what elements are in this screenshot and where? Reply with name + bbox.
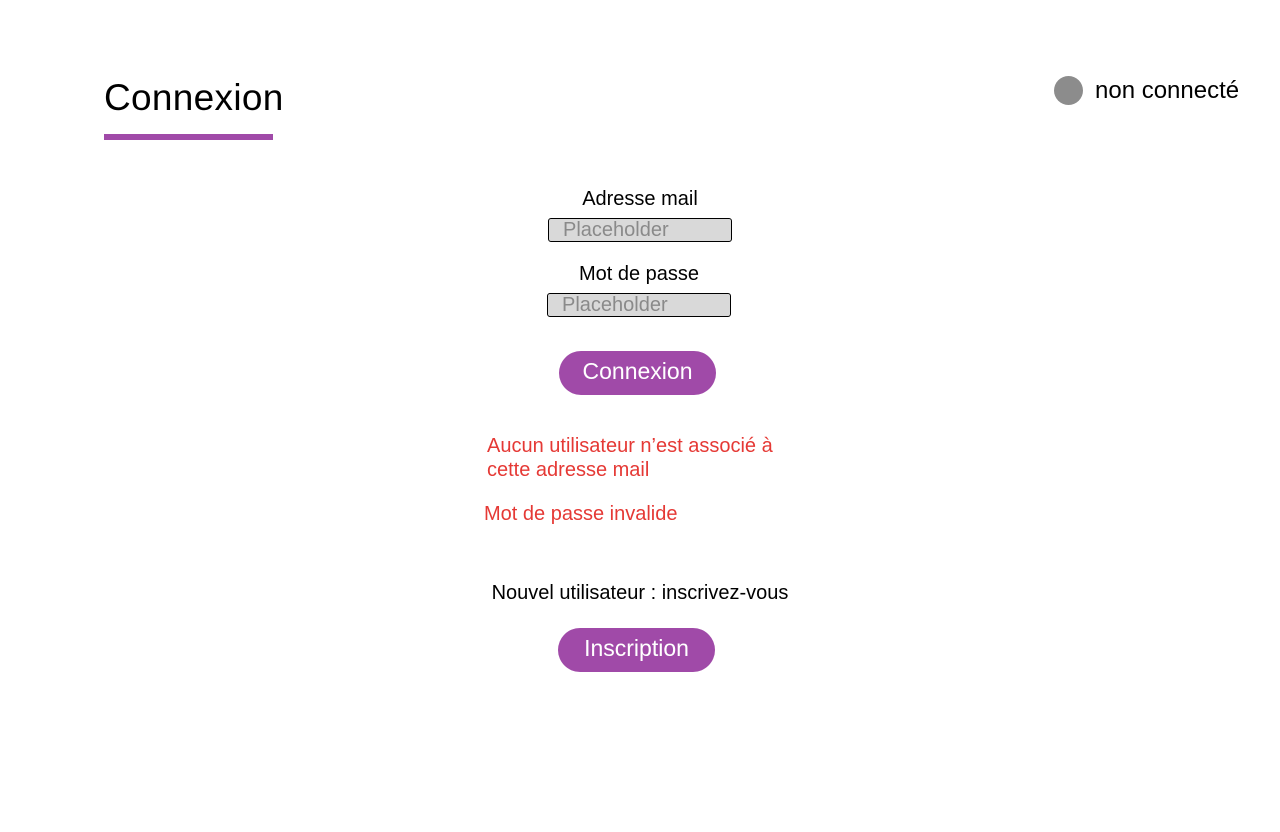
signup-prompt: Nouvel utilisateur : inscrivez-vous — [491, 582, 789, 604]
password-field[interactable] — [547, 293, 731, 317]
login-button[interactable]: Connexion — [559, 351, 716, 395]
error-no-user-line-1: Aucun utilisateur n’est associé à — [487, 435, 773, 457]
error-no-user-line-2: cette adresse mail — [487, 459, 650, 481]
error-no-user: Aucun utilisateur n’est associé à cette … — [487, 434, 773, 482]
status-dot-icon — [1054, 76, 1083, 105]
email-label: Adresse mail — [582, 188, 698, 210]
title-underline — [104, 134, 273, 140]
page-title: Connexion — [104, 77, 284, 118]
error-invalid-password: Mot de passe invalide — [484, 503, 678, 525]
connection-status: non connecté — [1054, 76, 1239, 105]
status-text: non connecté — [1095, 77, 1240, 104]
signup-button[interactable]: Inscription — [558, 628, 715, 672]
login-page: Connexion non connecté Adresse mail Mot … — [0, 0, 1280, 832]
password-label: Mot de passe — [578, 263, 700, 285]
email-field[interactable] — [548, 218, 732, 242]
